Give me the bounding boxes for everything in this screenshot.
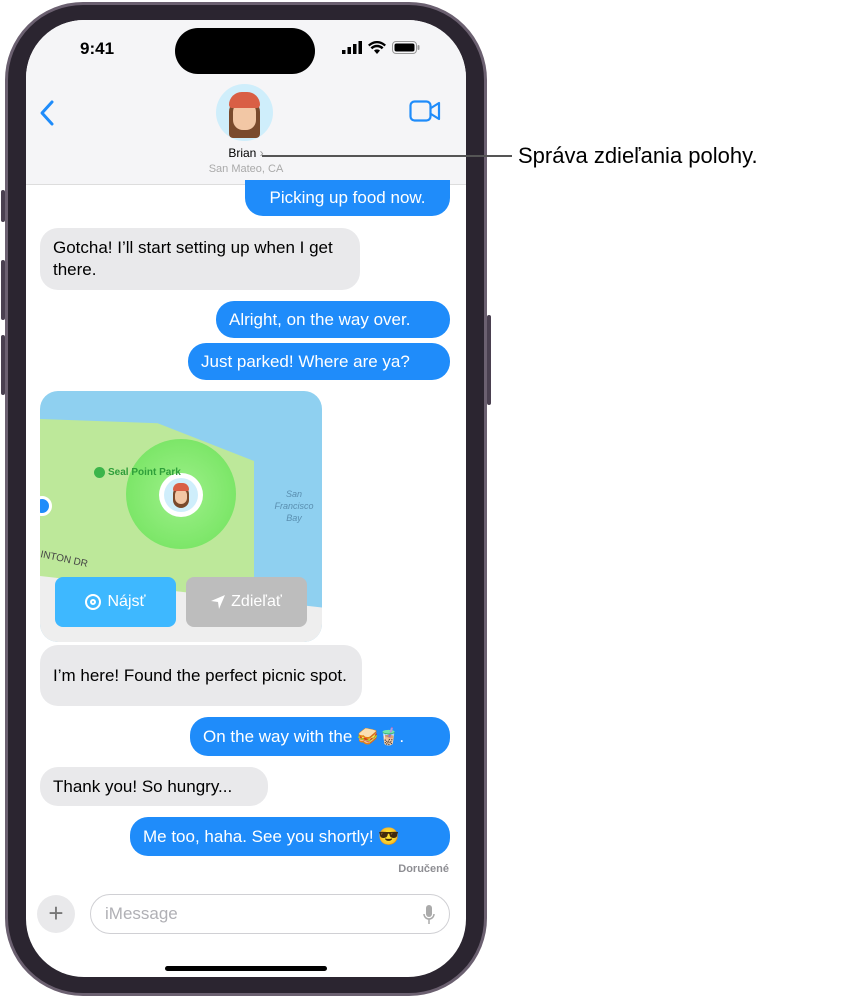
message-bubble-outgoing[interactable]: On the way with the 🥪🧋.: [190, 717, 450, 756]
park-label: Seal Point Park: [94, 467, 181, 478]
location-arrow-icon: [211, 595, 226, 609]
back-chevron-icon[interactable]: [38, 99, 56, 127]
location-map[interactable]: Seal Point Park San Francisco Bay INTON …: [40, 391, 322, 642]
contact-location: San Mateo, CA: [208, 163, 284, 175]
battery-icon: [392, 41, 420, 54]
message-input[interactable]: iMessage: [90, 894, 450, 934]
message-bubble-outgoing[interactable]: Me too, haha. See you shortly! 😎: [130, 817, 450, 856]
volume-up-button: [1, 260, 5, 320]
contact-location-pin[interactable]: [159, 473, 203, 517]
chevron-right-icon: ›: [259, 146, 264, 160]
message-bubble-incoming[interactable]: Thank you! So hungry...: [40, 767, 268, 806]
message-bubble-incoming[interactable]: I’m here! Found the perfect picnic spot.: [40, 645, 362, 706]
video-camera-icon[interactable]: [409, 100, 441, 122]
contact-avatar[interactable]: [216, 84, 273, 141]
callout-label: Správa zdieľania polohy.: [518, 143, 758, 168]
find-button[interactable]: Nájsť: [55, 577, 176, 627]
volume-down-button: [1, 335, 5, 395]
park-icon: [94, 467, 105, 478]
share-button[interactable]: Zdieľať: [186, 577, 307, 627]
microphone-icon[interactable]: [423, 905, 435, 925]
callout-line: [262, 155, 512, 157]
action-button: [1, 190, 5, 222]
plus-icon: +: [48, 898, 64, 928]
message-bubble-incoming[interactable]: Gotcha! I’ll start setting up when I get…: [40, 228, 360, 290]
delivered-status: Doručené: [398, 863, 449, 875]
wifi-icon: [368, 41, 386, 54]
cellular-signal-icon: [342, 41, 362, 54]
screen: 9:41 Brian › San Mateo, CA Picking up fo…: [26, 20, 466, 977]
message-input-placeholder: iMessage: [105, 904, 178, 923]
message-bubble-outgoing[interactable]: Alright, on the way over.: [216, 301, 450, 338]
bay-label: San Francisco Bay: [274, 489, 314, 523]
dynamic-island: [175, 28, 315, 74]
add-attachment-button[interactable]: +: [37, 895, 75, 933]
contact-name: Brian: [228, 146, 257, 160]
message-bubble-outgoing[interactable]: Picking up food now.: [245, 180, 450, 216]
status-icons: [342, 41, 420, 54]
radar-icon: [85, 594, 102, 610]
contact-name-button[interactable]: Brian ›: [26, 146, 466, 160]
message-bubble-outgoing[interactable]: Just parked! Where are ya?: [188, 343, 450, 380]
power-button: [487, 315, 491, 405]
status-time: 9:41: [80, 39, 115, 58]
home-indicator: [165, 966, 327, 971]
